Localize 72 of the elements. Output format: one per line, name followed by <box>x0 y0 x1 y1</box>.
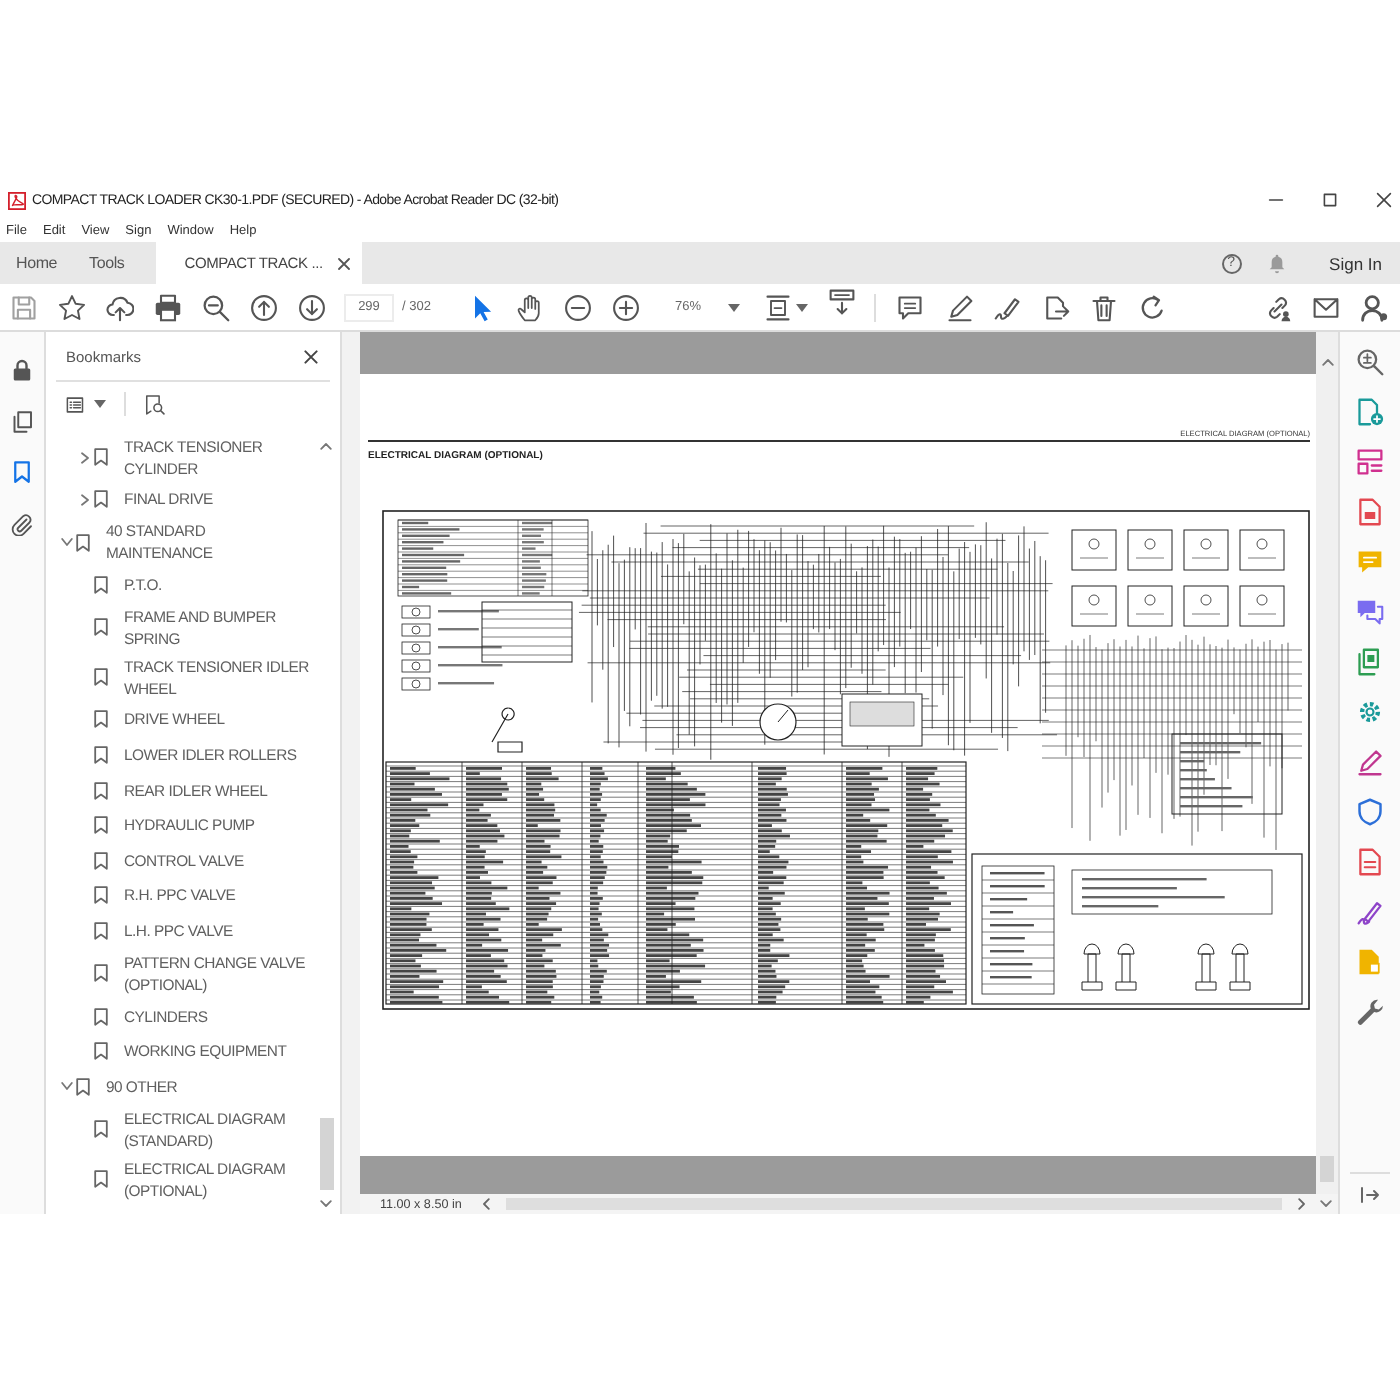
maximize-icon[interactable] <box>1322 192 1338 208</box>
close-icon[interactable] <box>338 257 351 269</box>
trash-icon[interactable] <box>1090 293 1119 321</box>
comment-icon[interactable] <box>896 293 925 321</box>
stacked-pages-icon[interactable] <box>1356 648 1384 676</box>
magnifier-minus-icon[interactable] <box>202 293 230 321</box>
close-icon[interactable] <box>1376 192 1392 208</box>
caret-down-icon[interactable] <box>320 1200 332 1208</box>
bookmark-icon <box>94 668 108 687</box>
chevron-left-icon[interactable] <box>481 1198 490 1210</box>
minus-circle-icon[interactable] <box>564 293 593 321</box>
page-layout-icon[interactable] <box>1356 448 1384 476</box>
document-icon[interactable] <box>1356 498 1384 526</box>
pen-icon[interactable] <box>1356 898 1384 926</box>
bookmark-icon <box>94 1120 108 1139</box>
plus-circle-icon[interactable] <box>612 293 641 321</box>
envelope-icon[interactable] <box>1312 293 1340 321</box>
link-person-icon[interactable] <box>1264 293 1292 321</box>
printer-icon[interactable] <box>154 293 182 321</box>
chevron-icon[interactable] <box>60 537 72 548</box>
chevron-icon[interactable] <box>79 493 89 506</box>
caret-up-icon[interactable] <box>1321 358 1333 366</box>
floppy-disk-icon[interactable] <box>10 293 38 321</box>
bookmark-icon <box>94 1170 108 1189</box>
rotate-icon[interactable] <box>1138 293 1167 321</box>
fit-page-icon[interactable] <box>764 293 793 321</box>
shield-icon[interactable] <box>1356 798 1384 826</box>
scrollbar-thumb[interactable] <box>1320 1156 1334 1182</box>
scrollbar-thumb[interactable] <box>319 1118 333 1190</box>
caret-icon[interactable] <box>94 400 106 408</box>
pen-icon[interactable] <box>1356 748 1384 776</box>
box-arrow-down-icon[interactable] <box>828 288 857 316</box>
bookmark-icon <box>94 575 108 594</box>
bookmark-icon[interactable] <box>10 460 34 484</box>
tab[interactable]: Home <box>0 242 74 284</box>
collapse-panel-icon[interactable] <box>1360 1186 1380 1204</box>
bookmark-search-icon[interactable] <box>144 393 166 415</box>
magnifier-icon[interactable] <box>1356 348 1384 376</box>
bookmark-icon <box>94 490 108 509</box>
cloud-upload-icon[interactable] <box>106 293 134 321</box>
chevron-icon[interactable] <box>79 451 89 463</box>
star-icon[interactable] <box>58 293 86 321</box>
tab[interactable]: Tools <box>73 242 141 284</box>
chevron-icon[interactable] <box>60 1081 72 1092</box>
pencil-icon[interactable] <box>945 293 974 321</box>
document-plus-icon[interactable] <box>1356 398 1384 426</box>
person-icon[interactable] <box>1360 293 1388 321</box>
copy-pages-icon[interactable] <box>10 409 34 433</box>
document-icon[interactable] <box>1356 848 1384 876</box>
caret-icon[interactable] <box>796 303 809 311</box>
caret-icon[interactable] <box>728 303 741 311</box>
bookmark-icon <box>76 533 90 552</box>
gear-icon[interactable] <box>1356 698 1384 726</box>
bookmark-icon <box>94 448 108 466</box>
signature-icon[interactable] <box>993 293 1022 321</box>
document-arrow-icon[interactable] <box>1042 293 1071 321</box>
arrow-up-circle-icon[interactable] <box>250 293 278 321</box>
app-logo-icon <box>8 191 26 209</box>
list-options-icon[interactable] <box>66 393 88 415</box>
arrow-down-circle-icon[interactable] <box>298 293 326 321</box>
chat-bubbles-icon[interactable] <box>1356 598 1384 626</box>
hand-icon[interactable] <box>516 293 545 321</box>
close-icon[interactable] <box>304 349 318 363</box>
paperclip-icon[interactable] <box>10 511 34 535</box>
caret-up-icon[interactable] <box>320 442 332 450</box>
chevron-right-icon[interactable] <box>1298 1198 1306 1210</box>
lock-icon[interactable] <box>10 358 34 382</box>
sign-in-button[interactable]: Sign In <box>1329 253 1400 273</box>
bookmark-icon <box>94 964 108 983</box>
caret-down-icon[interactable] <box>1320 1200 1332 1208</box>
wrench-icon[interactable] <box>1356 998 1384 1026</box>
bookmark-icon <box>94 618 108 637</box>
